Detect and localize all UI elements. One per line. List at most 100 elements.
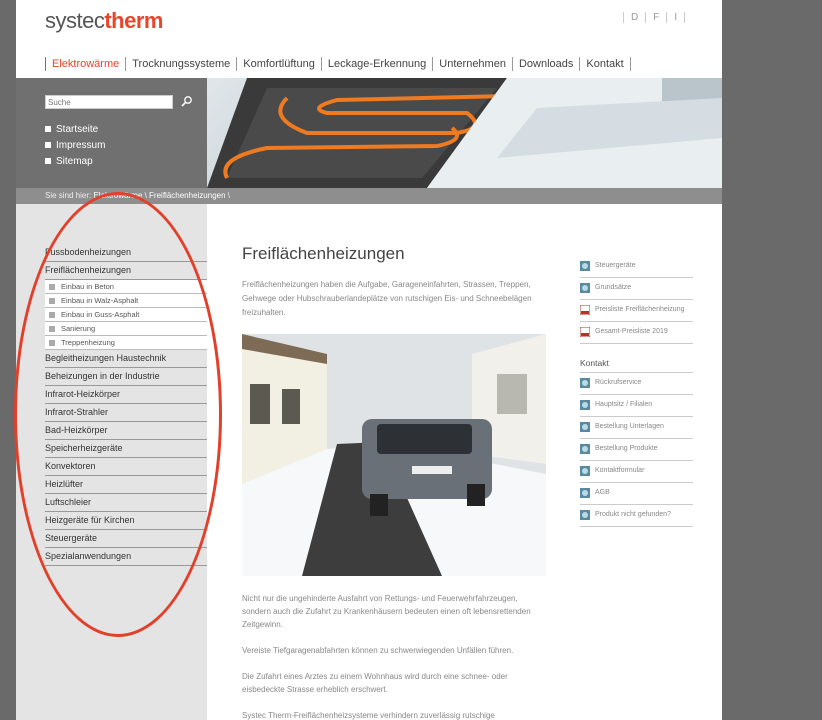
- link-label: Bestellung Produkte: [595, 445, 658, 452]
- pdf-icon: [579, 304, 591, 316]
- bullet-icon: [49, 311, 55, 318]
- language-switcher: D F I: [623, 12, 686, 23]
- quicklink-startseite[interactable]: Startseite: [45, 121, 105, 137]
- link-agb[interactable]: AGB: [580, 483, 693, 505]
- quicklink-sitemap[interactable]: Sitemap: [45, 153, 105, 169]
- page: systectherm D F I Elektrowärme Trocknung…: [16, 0, 722, 720]
- globe-icon: [580, 488, 590, 498]
- logo-part-therm: therm: [104, 8, 163, 33]
- sidenav-infrarot-strahler[interactable]: Infrarot-Strahler: [45, 404, 207, 422]
- link-steuergeraete[interactable]: Steuergeräte: [580, 256, 693, 278]
- quicklink-impressum[interactable]: Impressum: [45, 137, 105, 153]
- sidenav-fussbodenheizungen[interactable]: Fussbodenheizungen: [45, 244, 207, 262]
- link-produkt-nicht-gefunden[interactable]: Produkt nicht gefunden?: [580, 505, 693, 527]
- sub-label: Einbau in Walz-Asphalt: [61, 296, 139, 305]
- intro-text: Freiflächenheizungen haben die Aufgabe, …: [242, 280, 532, 317]
- sidenav-begleitheizungen[interactable]: Begleitheizungen Haustechnik: [45, 350, 207, 368]
- link-preisliste-freiflaechenheizung[interactable]: Preisliste Freiflächenheizung: [579, 300, 693, 322]
- logo[interactable]: systectherm: [45, 8, 163, 34]
- quicklink-label: Sitemap: [56, 155, 93, 167]
- sidenav-spezialanwendungen[interactable]: Spezialanwendungen: [45, 548, 207, 566]
- link-kontaktformular[interactable]: Kontaktformular: [580, 461, 693, 483]
- link-hauptsitz[interactable]: Hauptsitz / Filialen: [580, 395, 693, 417]
- nav-kontakt[interactable]: Kontakt: [579, 57, 631, 71]
- bullet-icon: [45, 142, 51, 148]
- link-label: AGB: [595, 489, 610, 496]
- lang-it[interactable]: I: [666, 12, 686, 23]
- content-photo: [242, 334, 546, 576]
- sidenav-speicherheizgeraete[interactable]: Speicherheizgeräte: [45, 440, 207, 458]
- breadcrumb: Sie sind hier: Elektrowärme \ Freifläche…: [16, 188, 722, 204]
- globe-icon: [580, 444, 590, 454]
- globe-icon: [580, 422, 590, 432]
- link-label: Grundsätze: [595, 284, 632, 291]
- bullet-icon: [45, 158, 51, 164]
- link-label: Bestellung Unterlagen: [595, 423, 664, 430]
- sidenav-heizluefter[interactable]: Heizlüfter: [45, 476, 207, 494]
- sidenav-bad-heizkoerper[interactable]: Bad-Heizkörper: [45, 422, 207, 440]
- paragraph-2: Vereiste Tiefgaragenabfahrten können zu …: [242, 646, 514, 655]
- nav-downloads[interactable]: Downloads: [511, 57, 579, 71]
- logo-part-systec: systec: [45, 8, 105, 33]
- link-label: Produkt nicht gefunden?: [595, 511, 671, 518]
- bullet-icon: [49, 283, 55, 290]
- sidenav-sub-sanierung[interactable]: Sanierung: [45, 322, 207, 336]
- sidenav-beheizungen-industrie[interactable]: Beheizungen in der Industrie: [45, 368, 207, 386]
- page-title: Freiflächenheizungen: [242, 244, 405, 263]
- nav-trocknungssysteme[interactable]: Trocknungssysteme: [125, 57, 236, 71]
- sub-label: Sanierung: [61, 324, 96, 333]
- sidenav-infrarot-heizkoerper[interactable]: Infrarot-Heizkörper: [45, 386, 207, 404]
- breadcrumb-end: \: [225, 191, 230, 200]
- sidenav-konvektoren[interactable]: Konvektoren: [45, 458, 207, 476]
- bullet-icon: [49, 339, 55, 346]
- sidenav-sub-walz-asphalt[interactable]: Einbau in Walz-Asphalt: [45, 294, 207, 308]
- nav-leckage-erkennung[interactable]: Leckage-Erkennung: [320, 57, 432, 71]
- pdf-icon: [579, 326, 591, 338]
- hero-image: [207, 78, 722, 188]
- link-bestellung-produkte[interactable]: Bestellung Produkte: [580, 439, 693, 461]
- sidenav-sub-beton[interactable]: Einbau in Beton: [45, 280, 207, 294]
- sub-label: Treppenheizung: [61, 338, 115, 347]
- sidenav-heizgeraete-kirchen[interactable]: Heizgeräte für Kirchen: [45, 512, 207, 530]
- link-rueckrufservice[interactable]: Rückrufservice: [580, 373, 693, 395]
- nav-elektrowaerme[interactable]: Elektrowärme: [45, 57, 125, 71]
- sidenav-steuergeraete[interactable]: Steuergeräte: [45, 530, 207, 548]
- link-grundsaetze[interactable]: Grundsätze: [580, 278, 693, 300]
- search-icon[interactable]: [180, 95, 194, 109]
- globe-icon: [580, 378, 590, 388]
- link-label: Steuergeräte: [595, 262, 636, 269]
- breadcrumb-level1[interactable]: Elektrowärme: [93, 191, 142, 200]
- link-label: Rückrufservice: [595, 379, 642, 386]
- quicklink-label: Startseite: [56, 123, 99, 135]
- bullet-icon: [49, 325, 55, 332]
- main-nav: Elektrowärme Trocknungssysteme Komfortlü…: [45, 57, 631, 71]
- sidenav-sub-guss-asphalt[interactable]: Einbau in Guss-Asphalt: [45, 308, 207, 322]
- sub-label: Einbau in Beton: [61, 282, 114, 291]
- sidenav-freiflaechenheizungen[interactable]: Freiflächenheizungen: [45, 262, 207, 280]
- nav-komfortlueftung[interactable]: Komfortlüftung: [236, 57, 321, 71]
- contact-heading: Kontakt: [580, 344, 693, 373]
- sidenav-sub-treppenheizung[interactable]: Treppenheizung: [45, 336, 207, 350]
- link-label: Kontaktformular: [595, 467, 645, 474]
- paragraph-4: Systec Therm-Freiflächenheizsysteme verh…: [242, 711, 495, 720]
- quick-links: Startseite Impressum Sitemap: [45, 121, 105, 169]
- lang-fr[interactable]: F: [645, 12, 666, 23]
- sidebar-nav: Fussbodenheizungen Freiflächenheizungen …: [45, 244, 207, 566]
- link-label: Hauptsitz / Filialen: [595, 401, 653, 408]
- sidenav-luftschleier[interactable]: Luftschleier: [45, 494, 207, 512]
- bullet-icon: [45, 126, 51, 132]
- main-content: Freiflächenheizungen Freiflächenheizunge…: [242, 244, 547, 320]
- nav-unternehmen[interactable]: Unternehmen: [432, 57, 512, 71]
- link-label: Preisliste Freiflächenheizung: [595, 306, 685, 313]
- sub-label: Einbau in Guss-Asphalt: [61, 310, 140, 319]
- breadcrumb-level2[interactable]: Freiflächenheizungen: [149, 191, 226, 200]
- paragraph-3: Die Zufahrt eines Arztes zu einem Wohnha…: [242, 672, 508, 694]
- link-bestellung-unterlagen[interactable]: Bestellung Unterlagen: [580, 417, 693, 439]
- quicklink-label: Impressum: [56, 139, 106, 151]
- right-column: Steuergeräte Grundsätze Preisliste Freif…: [579, 256, 693, 527]
- link-gesamt-preisliste[interactable]: Gesamt-Preisliste 2019: [579, 322, 693, 344]
- search-input[interactable]: [45, 95, 173, 109]
- lang-de[interactable]: D: [623, 12, 645, 23]
- globe-icon: [580, 400, 590, 410]
- globe-icon: [580, 283, 590, 293]
